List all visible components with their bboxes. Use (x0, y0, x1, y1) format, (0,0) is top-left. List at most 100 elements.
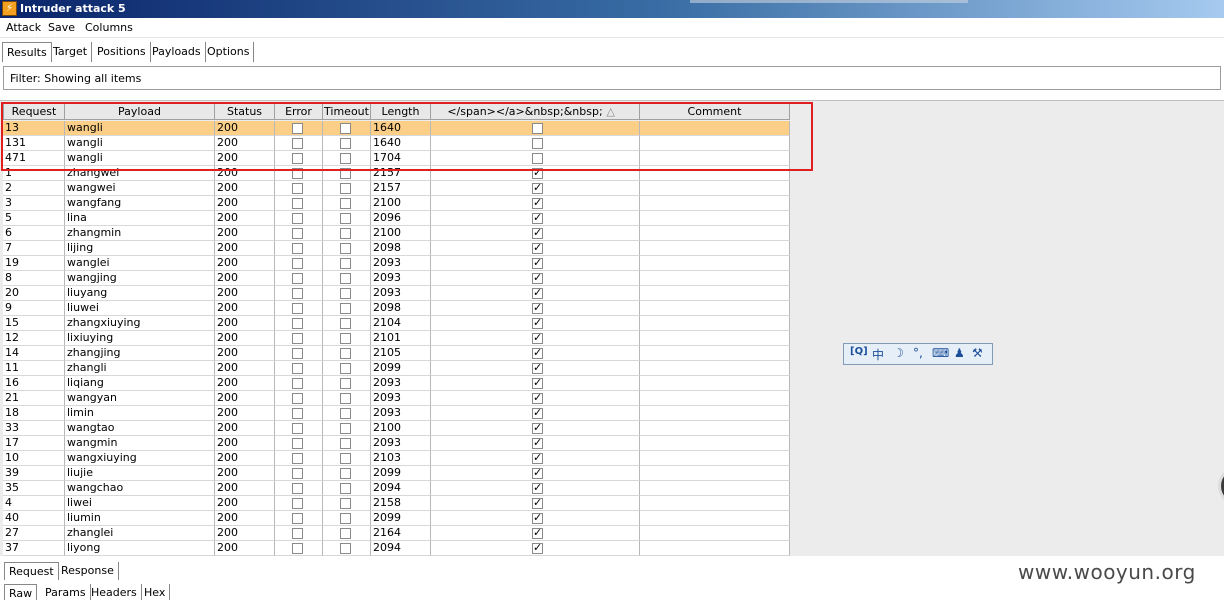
error-checkbox (292, 258, 303, 269)
table-row[interactable]: 14 zhangjing 200 2105 (3, 346, 790, 361)
cell-timeout (323, 271, 371, 286)
column-header-comment[interactable]: Comment (640, 103, 790, 120)
match-checkbox (532, 331, 543, 345)
table-row[interactable]: 6 zhangmin 200 2100 (3, 226, 790, 241)
table-row[interactable]: 39 liujie 200 2099 (3, 466, 790, 481)
cell-payload: zhanglei (65, 526, 215, 541)
ime-user-icon[interactable]: ♟ (954, 346, 965, 360)
cell-status: 200 (215, 286, 275, 301)
column-header-request[interactable]: Request (3, 103, 65, 120)
cell-error (275, 151, 323, 166)
tab-response[interactable]: Response (57, 562, 119, 580)
cell-request: 131 (3, 136, 65, 151)
ime-keyboard-icon[interactable]: ⌨ (932, 346, 949, 360)
table-row[interactable]: 40 liumin 200 2099 (3, 511, 790, 526)
menu-save[interactable]: Save (48, 21, 75, 34)
cell-error (275, 316, 323, 331)
table-row[interactable]: 10 wangxiuying 200 2103 (3, 451, 790, 466)
column-header-length[interactable]: Length (371, 103, 431, 120)
table-row[interactable]: 2 wangwei 200 2157 (3, 181, 790, 196)
ime-toolbar[interactable]: [Q] 中 ☽ °, ⌨ ♟ ⚒ (843, 343, 993, 365)
tab-raw[interactable]: Raw (4, 584, 38, 600)
table-row[interactable]: 3 wangfang 200 2100 (3, 196, 790, 211)
table-row[interactable]: 5 lina 200 2096 (3, 211, 790, 226)
tab-request[interactable]: Request (4, 562, 59, 580)
table-row[interactable]: 7 lijing 200 2098 (3, 241, 790, 256)
table-row[interactable]: 13 wangli 200 1640 (3, 121, 790, 136)
cell-comment (640, 151, 790, 166)
cell-length: 2157 (371, 166, 431, 181)
cell-error (275, 121, 323, 136)
tab-params[interactable]: Params (41, 584, 91, 600)
cell-match (431, 121, 640, 136)
table-row[interactable]: 9 liuwei 200 2098 (3, 301, 790, 316)
cell-match (431, 466, 640, 481)
column-header-status[interactable]: Status (215, 103, 275, 120)
column-header-error[interactable]: Error (275, 103, 323, 120)
column-header-grep-match[interactable]: </span></a>&nbsp;&nbsp; △ (431, 103, 640, 120)
cell-comment (640, 376, 790, 391)
tab-target[interactable]: Target (49, 42, 93, 62)
tab-results[interactable]: Results (2, 42, 52, 62)
cell-error (275, 331, 323, 346)
column-header-payload[interactable]: Payload (65, 103, 215, 120)
table-row[interactable]: 17 wangmin 200 2093 (3, 436, 790, 451)
timeout-checkbox (340, 183, 351, 194)
match-checkbox (532, 123, 543, 134)
cell-comment (640, 166, 790, 181)
tab-positions[interactable]: Positions (93, 42, 151, 62)
table-row[interactable]: 21 wangyan 200 2093 (3, 391, 790, 406)
table-row[interactable]: 11 zhangli 200 2099 (3, 361, 790, 376)
table-row[interactable]: 19 wanglei 200 2093 (3, 256, 790, 271)
cell-timeout (323, 451, 371, 466)
ime-chinese-mode-icon[interactable]: 中 (872, 346, 884, 363)
cell-match (431, 316, 640, 331)
tab-hex[interactable]: Hex (140, 584, 171, 600)
window-title-bar[interactable]: ⚡ Intruder attack 5 (0, 0, 1224, 18)
timeout-checkbox (340, 273, 351, 284)
table-row[interactable]: 20 liuyang 200 2093 (3, 286, 790, 301)
menu-attack[interactable]: Attack (6, 21, 41, 34)
ime-punctuation-icon[interactable]: °, (913, 346, 923, 360)
cell-error (275, 436, 323, 451)
cell-payload: lijing (65, 241, 215, 256)
ime-logo-icon[interactable]: [Q] (850, 346, 868, 357)
table-row[interactable]: 16 liqiang 200 2093 (3, 376, 790, 391)
cell-error (275, 211, 323, 226)
timeout-checkbox (340, 528, 351, 539)
timeout-checkbox (340, 123, 351, 134)
tab-headers[interactable]: Headers (87, 584, 142, 600)
cell-match (431, 451, 640, 466)
tab-options[interactable]: Options (203, 42, 255, 62)
cell-request: 16 (3, 376, 65, 391)
filter-bar[interactable]: Filter: Showing all items (3, 66, 1221, 90)
table-row[interactable]: 1 zhangwei 200 2157 (3, 166, 790, 181)
cell-match (431, 151, 640, 166)
cell-match (431, 346, 640, 361)
table-row[interactable]: 35 wangchao 200 2094 (3, 481, 790, 496)
ime-settings-wrench-icon[interactable]: ⚒ (972, 346, 983, 360)
cell-match (431, 361, 640, 376)
table-row[interactable]: 37 liyong 200 2094 (3, 541, 790, 556)
table-row[interactable]: 4 liwei 200 2158 (3, 496, 790, 511)
table-row[interactable]: 27 zhanglei 200 2164 (3, 526, 790, 541)
timeout-checkbox (340, 303, 351, 314)
timeout-checkbox (340, 228, 351, 239)
column-header-timeout[interactable]: Timeout (323, 103, 371, 120)
table-row[interactable]: 15 zhangxiuying 200 2104 (3, 316, 790, 331)
table-row[interactable]: 12 lixiuying 200 2101 (3, 331, 790, 346)
table-row[interactable]: 18 limin 200 2093 (3, 406, 790, 421)
menu-columns[interactable]: Columns (85, 21, 133, 34)
table-row[interactable]: 8 wangjing 200 2093 (3, 271, 790, 286)
window-title: Intruder attack 5 (20, 2, 126, 15)
cell-payload: zhangli (65, 361, 215, 376)
ime-halfwidth-icon[interactable]: ☽ (893, 346, 904, 360)
table-row[interactable]: 33 wangtao 200 2100 (3, 421, 790, 436)
cell-timeout (323, 466, 371, 481)
error-checkbox (292, 198, 303, 209)
table-row[interactable]: 131 wangli 200 1640 (3, 136, 790, 151)
cell-comment (640, 121, 790, 136)
table-row[interactable]: 471 wangli 200 1704 (3, 151, 790, 166)
cell-timeout (323, 436, 371, 451)
tab-payloads[interactable]: Payloads (148, 42, 206, 62)
